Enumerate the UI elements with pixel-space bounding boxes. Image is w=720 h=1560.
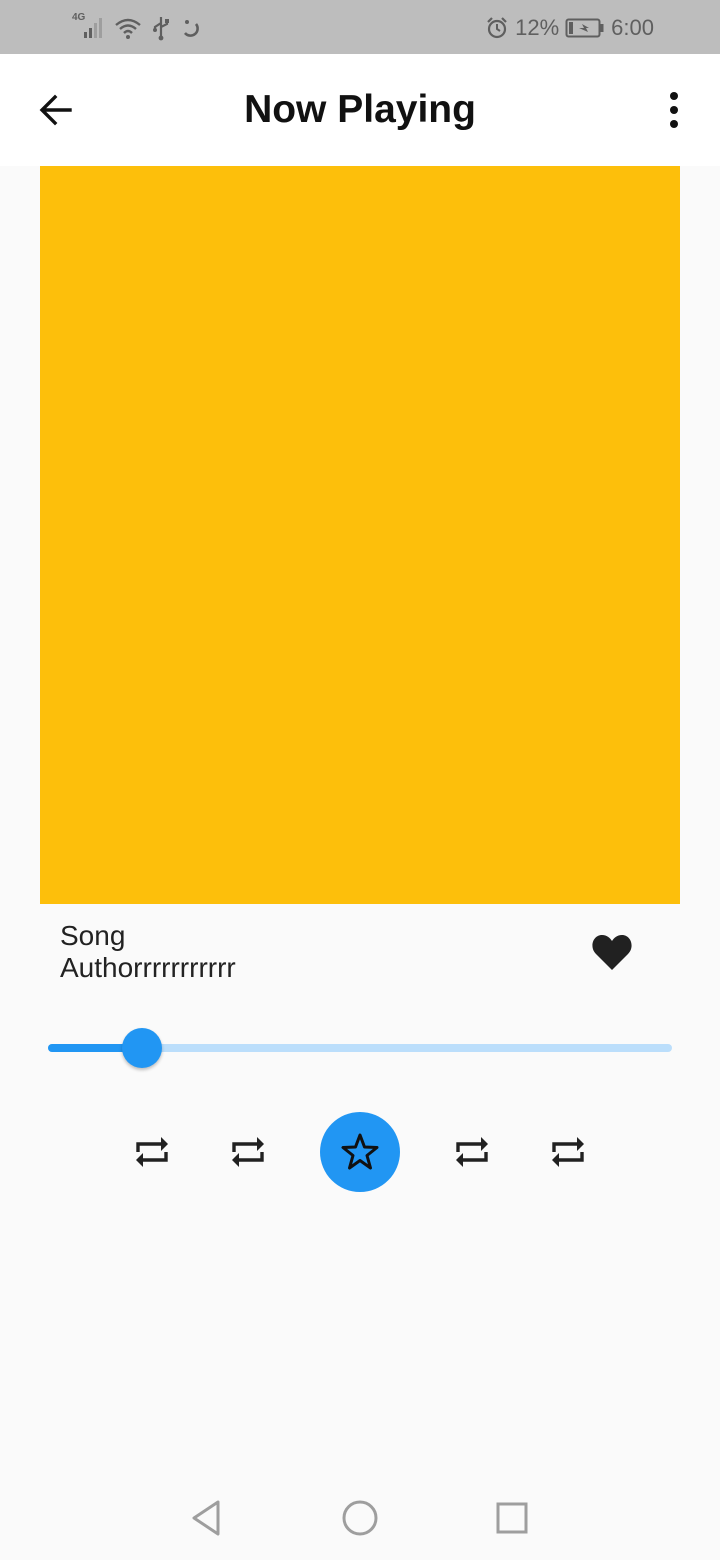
app-bar: Now Playing xyxy=(0,54,720,166)
song-title: Song xyxy=(60,920,126,951)
repeat-button-4[interactable] xyxy=(544,1128,592,1176)
network-label: 4G xyxy=(72,12,86,23)
nav-back-button[interactable] xyxy=(184,1496,228,1540)
signal-icon: 4G xyxy=(72,12,104,40)
repeat-icon xyxy=(552,1137,584,1167)
slider-thumb[interactable] xyxy=(121,1028,162,1068)
status-bar: 4G 12% 6:00 xyxy=(0,0,720,54)
alarm-icon xyxy=(487,17,507,39)
repeat-button-1[interactable] xyxy=(128,1128,176,1176)
nav-home-button[interactable] xyxy=(338,1496,382,1540)
page-title: Now Playing xyxy=(244,88,476,131)
battery-charging-icon xyxy=(565,18,604,38)
repeat-icon xyxy=(456,1137,488,1167)
repeat-button-3[interactable] xyxy=(448,1128,496,1176)
status-left-icons: 4G xyxy=(72,12,202,42)
progress-slider[interactable] xyxy=(48,1028,672,1068)
star-icon xyxy=(341,1133,379,1170)
status-right-icons: 12% 6:00 xyxy=(485,14,654,42)
song-author: Authorrrrrrrrrrr xyxy=(60,952,236,983)
star-fab-button[interactable] xyxy=(320,1112,400,1192)
battery-percent: 12% xyxy=(515,15,560,40)
more-vert-icon xyxy=(670,92,678,128)
nav-recents-button[interactable] xyxy=(490,1496,534,1540)
more-options-button[interactable] xyxy=(654,84,694,136)
repeat-icon xyxy=(232,1137,264,1167)
wifi-icon xyxy=(115,18,141,39)
notification-icon xyxy=(183,20,199,37)
album-art xyxy=(40,166,680,904)
system-nav-bar xyxy=(0,1476,720,1560)
favorite-button[interactable] xyxy=(588,928,636,976)
heart-icon xyxy=(592,935,632,970)
usb-icon xyxy=(153,17,169,41)
repeat-icon xyxy=(136,1137,168,1167)
nav-recents-icon xyxy=(496,1502,528,1534)
repeat-button-2[interactable] xyxy=(224,1128,272,1176)
nav-back-icon xyxy=(192,1500,220,1536)
nav-home-icon xyxy=(342,1500,378,1536)
status-time: 6:00 xyxy=(611,15,654,40)
